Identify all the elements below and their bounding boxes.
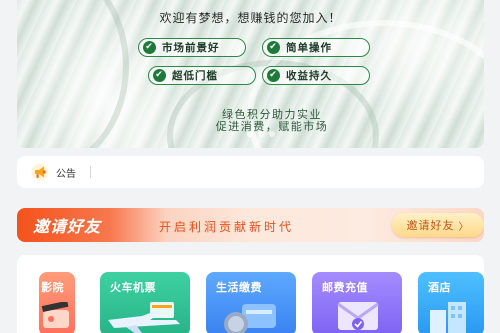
cinema-icon <box>41 300 75 333</box>
feature-pill-low-threshold: ✔ 超低门槛 <box>148 66 256 85</box>
service-label: 生活缴费 <box>216 281 262 294</box>
promo-banner[interactable]: 欢迎有梦想，想赚钱的您加入！ ✔ 市场前景好 ✔ 简单操作 ✔ 超低门槛 ✔ 收… <box>17 0 484 148</box>
invite-slogan: 开启利润贡献新时代 <box>159 220 295 234</box>
invite-friends-button[interactable]: 邀请好友 〉 <box>392 213 484 237</box>
carousel-dot[interactable] <box>269 131 275 137</box>
check-icon: ✔ <box>267 69 280 82</box>
feature-pill-lasting-income: ✔ 收益持久 <box>262 66 370 85</box>
bill-payment-icon <box>216 298 286 333</box>
service-tile-bill-payment[interactable]: 生活缴费 <box>206 272 296 333</box>
feature-label: 超低门槛 <box>172 70 218 82</box>
hotel-icon <box>426 296 482 333</box>
check-icon: ✔ <box>153 69 166 82</box>
notice-bar[interactable]: 公告 <box>17 156 484 188</box>
feature-label: 收益持久 <box>286 70 332 82</box>
train-plane-icon <box>106 296 186 333</box>
service-label: 酒店 <box>428 281 451 294</box>
megaphone-icon <box>31 163 49 181</box>
postage-icon <box>326 296 390 333</box>
feature-label: 简单操作 <box>286 42 332 54</box>
services-grid: 影院 火车机票 生活缴费 邮费充值 酒店 <box>17 255 484 333</box>
invite-banner[interactable]: 邀请好友 开启利润贡献新时代 邀请好友 〉 <box>17 208 484 242</box>
feature-pill-market: ✔ 市场前景好 <box>138 38 246 57</box>
invite-title: 邀请好友 <box>33 217 102 236</box>
carousel-indicator[interactable] <box>247 131 275 137</box>
feature-pill-simple: ✔ 简单操作 <box>262 38 370 57</box>
service-label: 火车机票 <box>110 281 156 294</box>
carousel-dot[interactable] <box>258 131 264 137</box>
service-tile-hotel[interactable]: 酒店 <box>418 272 484 333</box>
service-label: 影院 <box>41 281 64 294</box>
chevron-right-icon: 〉 <box>458 221 470 233</box>
service-tile-postage[interactable]: 邮费充值 <box>312 272 402 333</box>
notice-label: 公告 <box>56 168 76 180</box>
banner-welcome-text: 欢迎有梦想，想赚钱的您加入！ <box>159 11 342 25</box>
service-label: 邮费充值 <box>322 281 368 294</box>
check-icon: ✔ <box>267 41 280 54</box>
check-icon: ✔ <box>143 41 156 54</box>
notice-divider <box>90 166 91 178</box>
service-tile-cinema[interactable]: 影院 <box>39 272 75 333</box>
feature-label: 市场前景好 <box>162 42 220 54</box>
carousel-dot[interactable] <box>247 131 253 137</box>
invite-button-label: 邀请好友 <box>406 219 455 232</box>
service-tile-train-plane[interactable]: 火车机票 <box>100 272 190 333</box>
